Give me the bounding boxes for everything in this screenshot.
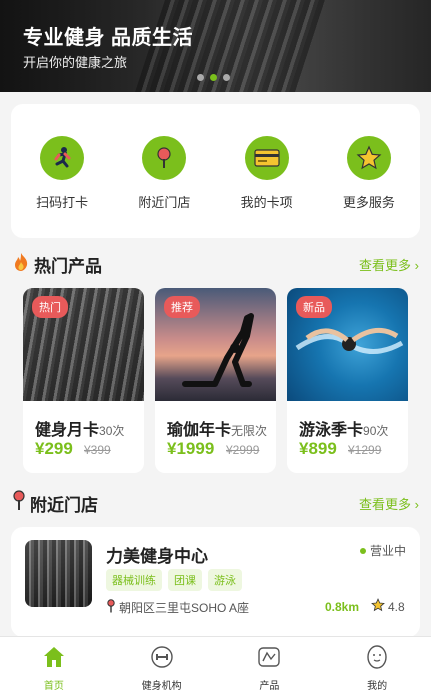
tab-products[interactable]: 产品 [216, 637, 324, 696]
store-distance: 0.8km [325, 600, 360, 614]
section-title: 附近门店 [30, 495, 98, 515]
quick-item-nearby-stores[interactable]: 附近门店 [124, 136, 204, 238]
quick-item-label: 附近门店 [138, 195, 191, 210]
product-icon [256, 645, 282, 674]
store-card[interactable]: 力美健身中心 营业中 器械训练 团课 游泳 朝阳区三里屯SOHO A座 0.8k… [11, 527, 420, 637]
banner-subtitle: 开启你的健康之旅 [23, 55, 128, 70]
quick-item-my-cards[interactable]: 我的卡项 [227, 136, 307, 238]
tab-gyms[interactable]: 健身机构 [108, 637, 216, 696]
store-tag: 团课 [168, 569, 202, 591]
product-card[interactable]: 推荐 瑜伽年卡无限次 ¥1999 ¥2999 [155, 288, 276, 473]
product-name: 健身月卡30次 [35, 422, 125, 439]
store-photo [25, 540, 92, 607]
quick-item-label: 扫码打卡 [36, 195, 89, 210]
banner-title: 专业健身 品质生活 [23, 27, 194, 49]
quick-item-label: 更多服务 [342, 195, 395, 210]
tab-profile[interactable]: 我的 [323, 637, 431, 696]
bottom-tab-bar: 首页 健身机构 产品 我的 [0, 636, 431, 696]
status-dot [359, 547, 366, 554]
carousel-indicator [197, 74, 230, 81]
product-detail: 30次 [99, 424, 125, 438]
product-list: 热门 健身月卡30次 ¥299 ¥399 推荐 瑜伽年卡无限次 ¥1999 ¥2… [23, 288, 420, 473]
carousel-dot-active[interactable] [210, 74, 217, 81]
product-old-price: ¥2999 [226, 443, 260, 457]
carousel-dot[interactable] [223, 74, 230, 81]
product-old-price: ¥1299 [348, 443, 382, 457]
running-man-icon [40, 136, 85, 180]
product-card[interactable]: 新品 游泳季卡90次 ¥899 ¥1299 [287, 288, 408, 473]
profile-icon [366, 645, 388, 674]
nearby-stores-header: 附近门店 查看更多 › [12, 489, 419, 517]
product-detail: 90次 [363, 424, 389, 438]
star-icon [371, 598, 385, 615]
view-more-link[interactable]: 查看更多 › [359, 494, 419, 513]
store-tag: 游泳 [208, 569, 242, 591]
section-title: 热门产品 [34, 256, 102, 276]
product-card[interactable]: 热门 健身月卡30次 ¥299 ¥399 [23, 288, 144, 473]
product-old-price: ¥399 [84, 443, 111, 457]
tab-home[interactable]: 首页 [0, 637, 108, 696]
store-tags: 器械训练 团课 游泳 [106, 569, 242, 591]
quick-item-label: 我的卡项 [240, 195, 293, 210]
tab-label: 健身机构 [141, 681, 182, 692]
product-price: ¥899 [299, 439, 337, 458]
quick-item-more-services[interactable]: 更多服务 [329, 136, 409, 238]
home-icon [42, 645, 66, 674]
quick-menu: 扫码打卡 附近门店 我的卡项 更多服务 [11, 104, 420, 238]
hero-banner[interactable]: 专业健身 品质生活 开启你的健康之旅 [0, 0, 431, 92]
store-status: 营业中 [359, 542, 406, 559]
fire-icon [12, 252, 30, 277]
gym-icon [150, 645, 174, 674]
product-badge: 热门 [32, 296, 68, 318]
store-address: 朝阳区三里屯SOHO A座 [106, 599, 249, 616]
product-name: 瑜伽年卡无限次 [167, 422, 268, 439]
product-detail: 无限次 [231, 424, 268, 438]
product-price: ¥1999 [167, 439, 215, 458]
store-tag: 器械训练 [106, 569, 162, 591]
tab-label: 产品 [259, 681, 280, 692]
tab-label: 我的 [367, 681, 388, 692]
card-icon [244, 136, 289, 180]
store-name: 力美健身中心 [106, 547, 208, 566]
tab-label: 首页 [43, 681, 64, 692]
product-badge: 推荐 [164, 296, 200, 318]
carousel-dot[interactable] [197, 74, 204, 81]
quick-item-checkin[interactable]: 扫码打卡 [22, 136, 102, 238]
hot-products-header: 热门产品 查看更多 › [12, 252, 419, 276]
map-pin-icon [12, 489, 26, 517]
product-badge: 新品 [296, 296, 332, 318]
product-name: 游泳季卡90次 [299, 422, 389, 439]
store-rating: 4.8 [371, 598, 405, 615]
map-pin-icon [106, 599, 116, 616]
product-price: ¥299 [35, 439, 73, 458]
map-pin-icon [142, 136, 187, 180]
view-more-link[interactable]: 查看更多 › [359, 255, 419, 274]
star-icon [346, 136, 391, 180]
